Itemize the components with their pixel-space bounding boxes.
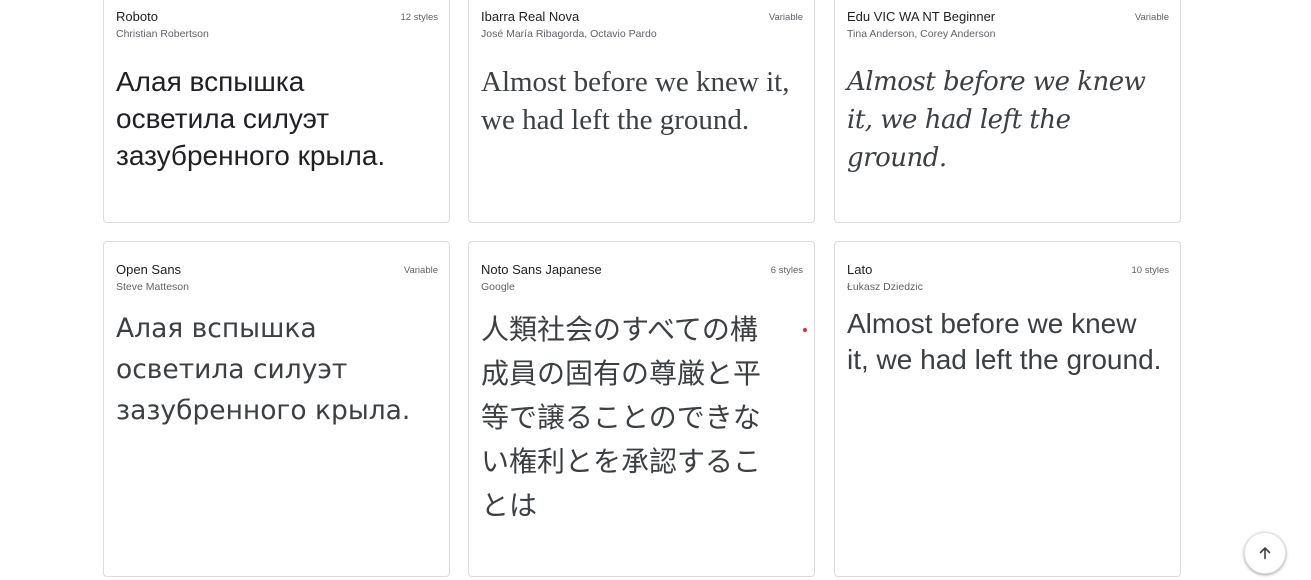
font-card-ibarra-real-nova[interactable]: Ibarra Real Nova Variable José María Rib…: [468, 0, 815, 223]
font-designer: José María Ribagorda, Octavio Pardo: [481, 28, 657, 40]
font-styles-count: Variable: [403, 265, 438, 276]
font-family-name: Ibarra Real Nova: [481, 9, 580, 24]
font-designer: Christian Robertson: [116, 28, 209, 40]
font-styles-count: Variable: [1134, 12, 1169, 23]
font-designer: Łukasz Dziedzic: [847, 281, 923, 293]
font-family-name: Open Sans: [116, 262, 182, 277]
font-card-edu-vic-wa-nt-beginner[interactable]: Edu VIC WA NT Beginner Variable Tina And…: [834, 0, 1181, 223]
font-sample-text: Алая вспышка осветила силуэт зазубренног…: [116, 313, 411, 426]
font-styles-count: 6 styles: [770, 265, 803, 276]
font-sample-text: Almost before we knew it, we had left th…: [847, 308, 1162, 375]
font-sample-text: Almost before we knew it, we had left th…: [847, 67, 1146, 173]
indicator-dot: [803, 328, 807, 332]
font-card-open-sans[interactable]: Open Sans Variable Steve Matteson Алая в…: [103, 241, 450, 577]
font-designer: Tina Anderson, Corey Anderson: [847, 28, 996, 40]
font-styles-count: 10 styles: [1131, 265, 1170, 276]
font-styles-count: 12 styles: [400, 12, 439, 23]
font-designer: Google: [481, 281, 515, 293]
font-family-name: Roboto: [116, 9, 158, 24]
font-styles-count: Variable: [768, 12, 803, 23]
font-family-name: Edu VIC WA NT Beginner: [847, 9, 996, 24]
font-card-noto-sans-japanese[interactable]: Noto Sans Japanese 6 styles Google 人類社会の…: [468, 241, 815, 577]
font-sample-text: Алая вспышка осветила силуэт зазубренног…: [116, 66, 386, 171]
scroll-to-top-button[interactable]: [1244, 532, 1286, 574]
font-family-name: Noto Sans Japanese: [481, 262, 602, 277]
font-sample-text: Almost before we knew it, we had left th…: [481, 66, 790, 136]
font-card-lato[interactable]: Lato 10 styles Łukasz Dziedzic Almost be…: [834, 241, 1181, 577]
font-sample-text: 人類社会のすべての構成員の固有の尊厳と平等で譲ることのできない権利とを承認するこ…: [481, 313, 762, 522]
font-designer: Steve Matteson: [116, 281, 189, 293]
font-card-roboto[interactable]: Roboto 12 styles Christian Robertson Ала…: [103, 0, 450, 223]
font-family-name: Lato: [847, 262, 873, 277]
arrow-up-icon: [1259, 547, 1271, 560]
